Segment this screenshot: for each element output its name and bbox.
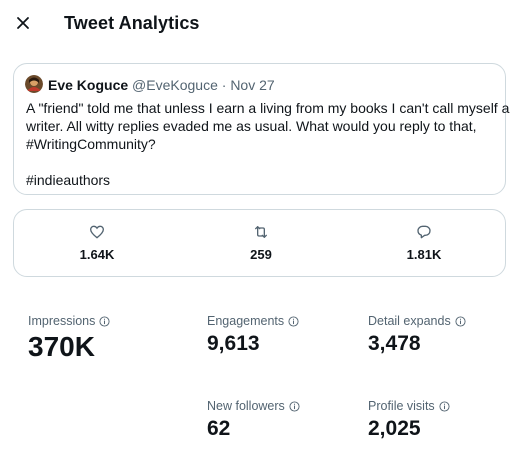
tweet-text-line: writer. All witty replies evaded me as u…: [26, 118, 477, 134]
detail-expands-value: 3,478: [368, 332, 421, 355]
engagements-stat: Engagements 9,613: [207, 314, 299, 356]
detail-expands-label: Detail expands: [368, 314, 451, 328]
author-name[interactable]: Eve Koguce: [48, 77, 128, 93]
close-icon: [17, 17, 29, 29]
reply-icon: [417, 225, 431, 239]
tweet-card[interactable]: Eve Koguce @EveKoguce · Nov 27 A "friend…: [13, 63, 510, 195]
tweet-text: A "friend" told me that unless I earn a …: [26, 99, 510, 189]
replies-metric: 1.81K: [379, 224, 469, 262]
info-icon[interactable]: [99, 315, 110, 327]
page-title: Tweet Analytics: [64, 13, 200, 33]
retweets-count: 259: [250, 247, 272, 262]
impressions-stat: Impressions 370K: [28, 314, 110, 363]
hashtag-link[interactable]: #WritingCommunity?: [26, 135, 498, 153]
likes-metric: 1.64K: [52, 224, 142, 262]
replies-count: 1.81K: [406, 247, 442, 262]
engagements-label: Engagements: [207, 314, 285, 328]
tweet-date[interactable]: Nov 27: [230, 77, 274, 93]
new-followers-value: 62: [207, 417, 231, 440]
heart-icon: [89, 225, 105, 239]
profile-visits-label: Profile visits: [368, 399, 435, 413]
author-handle[interactable]: @EveKoguce: [132, 77, 218, 93]
info-icon[interactable]: [455, 315, 466, 327]
info-icon[interactable]: [439, 400, 450, 412]
impressions-value: 370K: [28, 331, 95, 362]
likes-count: 1.64K: [79, 247, 115, 262]
profile-visits-value: 2,025: [368, 417, 421, 440]
retweets-metric: 259: [216, 224, 306, 262]
impressions-label: Impressions: [28, 314, 96, 328]
new-followers-stat: New followers 62: [207, 399, 300, 441]
modal-header: Tweet Analytics: [0, 0, 513, 50]
meta-separator: ·: [221, 77, 227, 93]
hashtag-link[interactable]: #indieauthors: [26, 171, 498, 189]
avatar[interactable]: [25, 75, 43, 93]
retweet-icon: [255, 226, 267, 238]
profile-visits-stat: Profile visits 2,025: [368, 399, 450, 441]
close-button[interactable]: [8, 8, 38, 38]
tweet-meta: Eve Koguce @EveKoguce · Nov 27: [48, 77, 275, 93]
detail-expands-stat: Detail expands 3,478: [368, 314, 466, 356]
tweet-text-line: A "friend" told me that unless I earn a …: [26, 100, 510, 116]
engagement-metrics-card: 1.64K 259 1.81K: [13, 209, 506, 277]
engagements-value: 9,613: [207, 332, 260, 355]
info-icon[interactable]: [289, 400, 300, 412]
new-followers-label: New followers: [207, 399, 285, 413]
info-icon[interactable]: [288, 315, 299, 327]
